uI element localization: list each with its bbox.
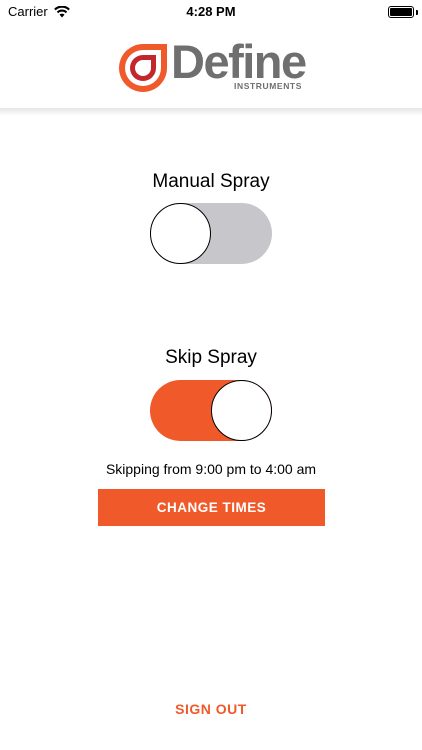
skip-spray-toggle[interactable] xyxy=(150,380,272,441)
toggle-knob xyxy=(211,380,272,441)
change-times-button[interactable]: CHANGE TIMES xyxy=(98,489,325,526)
skip-spray-label: Skip Spray xyxy=(165,347,257,368)
app-header: Define INSTRUMENTS xyxy=(0,24,422,112)
battery-icon xyxy=(388,6,414,18)
define-logo-icon xyxy=(119,44,167,92)
battery-tip xyxy=(416,10,418,15)
toggle-knob xyxy=(150,203,211,264)
logo-subtitle: INSTRUMENTS xyxy=(234,81,302,91)
manual-spray-toggle[interactable] xyxy=(150,203,272,264)
status-bar: Carrier 4:28 PM xyxy=(0,0,422,24)
header-divider xyxy=(0,108,422,116)
sign-out-button[interactable]: SIGN OUT xyxy=(0,701,422,717)
logo-wordmark: Define xyxy=(171,35,307,88)
manual-spray-label: Manual Spray xyxy=(152,171,270,192)
skip-schedule-text: Skipping from 9:00 pm to 4:00 am xyxy=(105,461,317,477)
status-time: 4:28 PM xyxy=(186,4,236,19)
